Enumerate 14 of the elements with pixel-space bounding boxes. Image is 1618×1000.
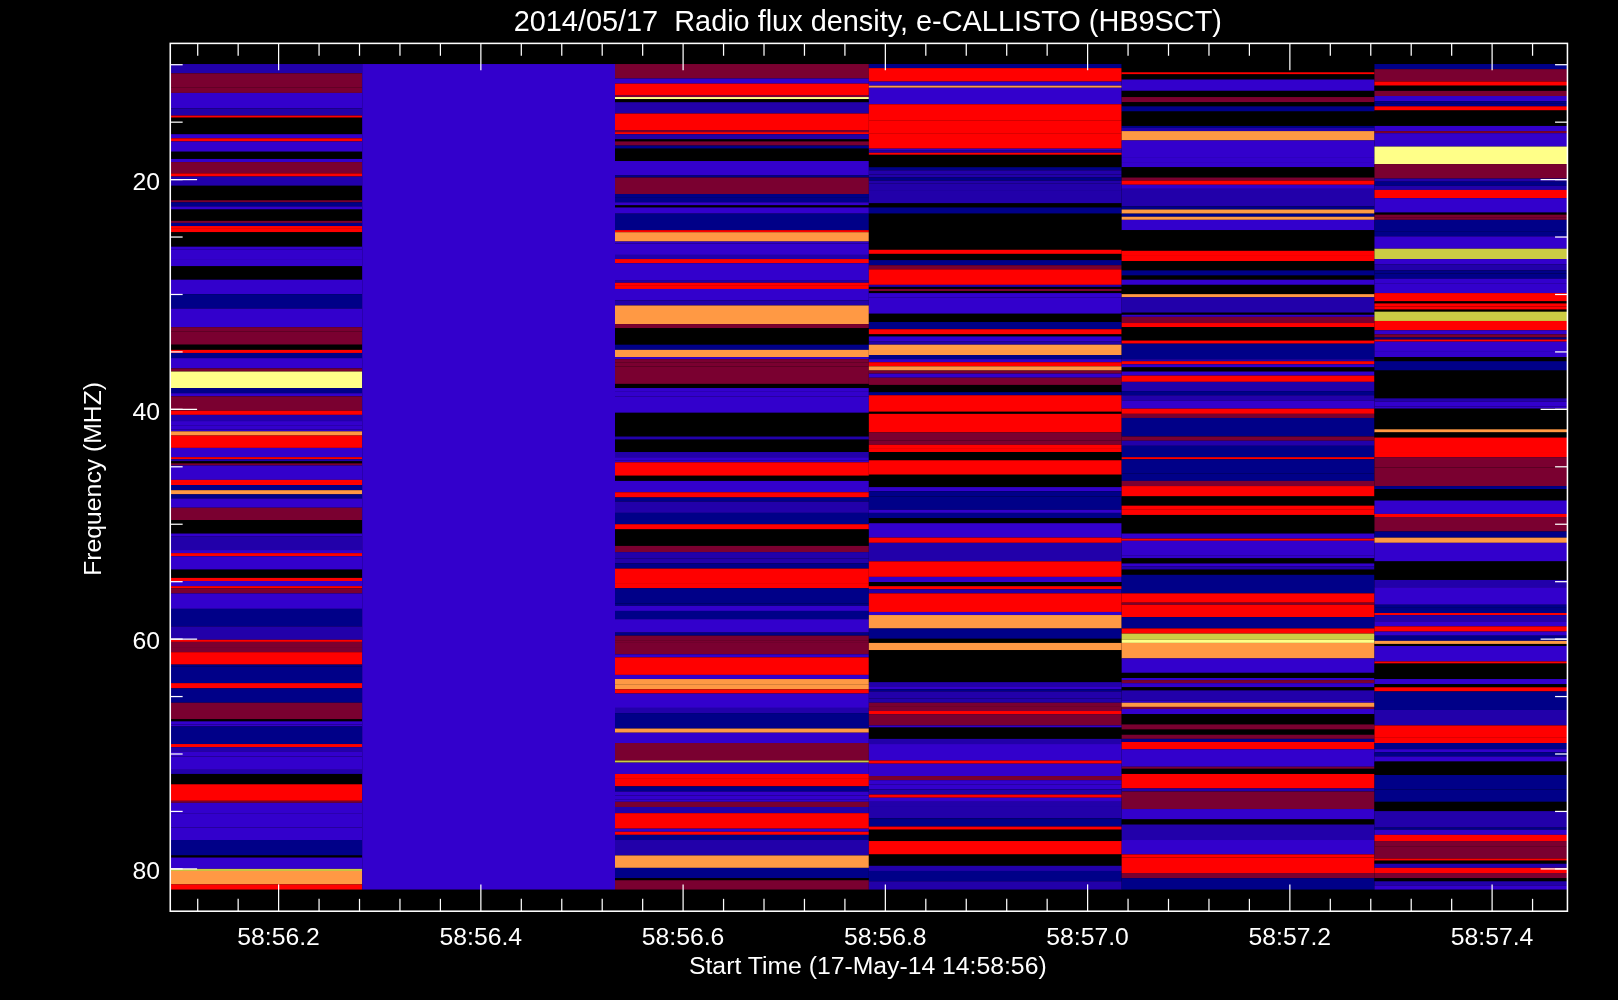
x-tick-label: 58:56.2 <box>237 923 320 951</box>
x-tick-label: 58:57.4 <box>1450 923 1534 951</box>
y-tick-label: 80 <box>132 857 160 885</box>
y-axis-label: Frequency (MHZ) <box>79 381 107 576</box>
x-tick-label: 58:56.8 <box>844 923 927 951</box>
x-tick-label: 58:56.6 <box>641 923 725 951</box>
x-tick-label: 58:56.4 <box>439 923 523 951</box>
x-tick-label: 58:57.2 <box>1248 923 1332 951</box>
y-tick-label: 40 <box>132 397 160 425</box>
y-tick-label: 60 <box>132 627 160 655</box>
x-tick-label: 58:57.0 <box>1046 923 1129 951</box>
x-axis-label: Start Time (17-May-14 14:58:56) <box>689 952 1047 980</box>
plot-title: 2014/05/17 Radio flux density, e-CALLISTO (HB9SCT) <box>513 5 1222 37</box>
y-tick-label: 20 <box>132 167 160 195</box>
